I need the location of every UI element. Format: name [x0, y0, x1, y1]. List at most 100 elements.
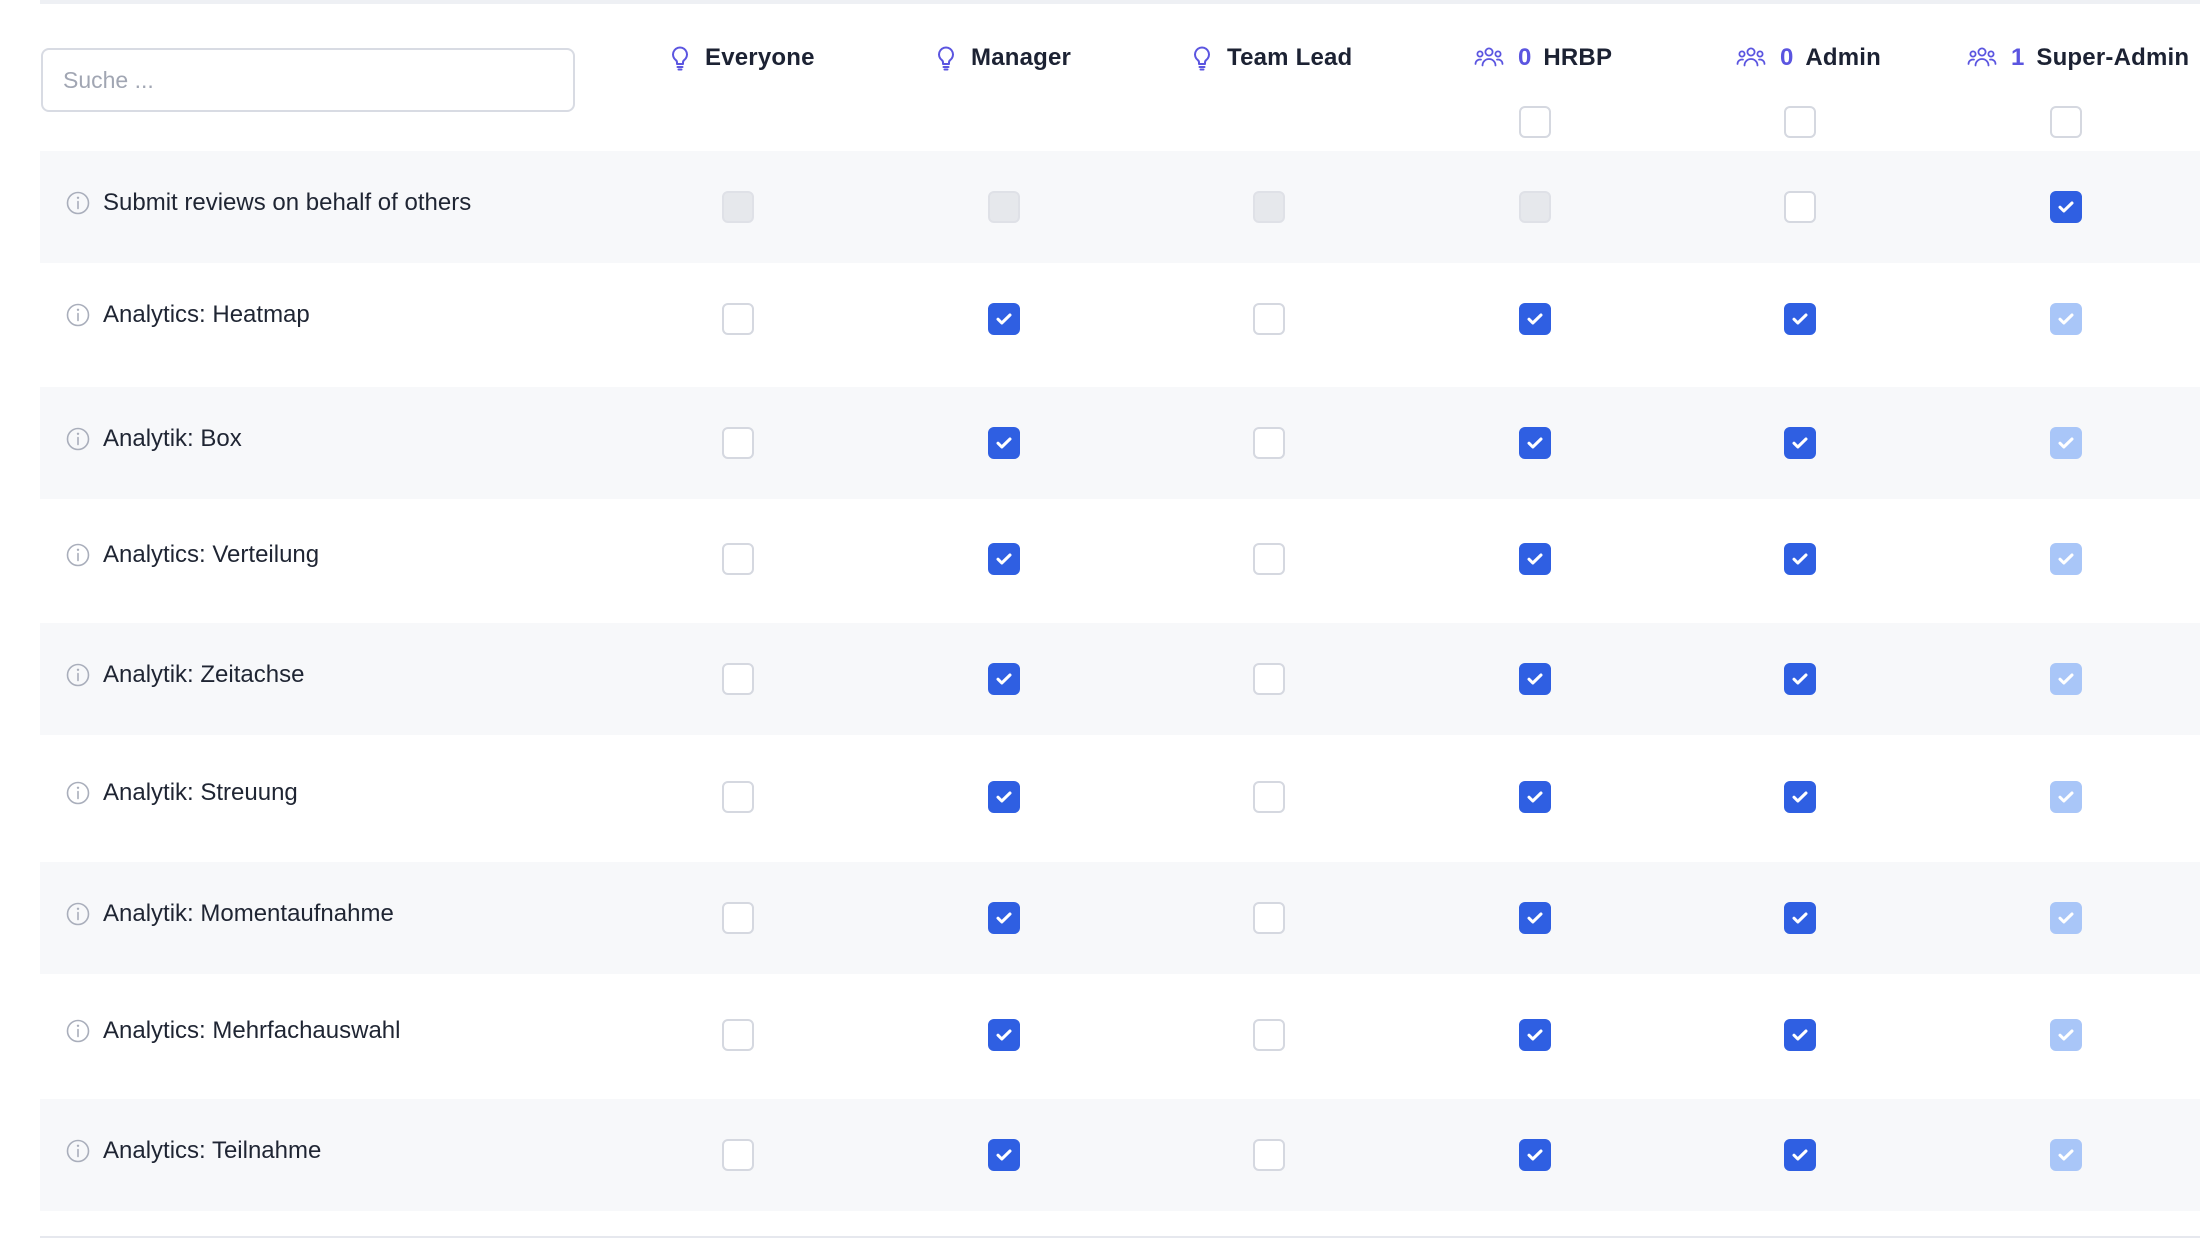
- permission-checkbox-admin[interactable]: [1784, 191, 1816, 223]
- info-icon[interactable]: [66, 663, 90, 687]
- permission-checkbox-everyone[interactable]: [722, 781, 754, 813]
- permission-checkbox-super-admin[interactable]: [2050, 303, 2082, 335]
- checkmark-icon: [2057, 312, 2075, 326]
- permission-checkbox-everyone[interactable]: [722, 902, 754, 934]
- permission-checkbox-admin[interactable]: [1784, 427, 1816, 459]
- checkmark-icon: [2057, 911, 2075, 925]
- checkmark-icon: [2057, 436, 2075, 450]
- permission-checkbox-admin[interactable]: [1784, 303, 1816, 335]
- permission-checkbox-hrbp[interactable]: [1519, 427, 1551, 459]
- table-row: Analytics: Mehrfachauswahl: [40, 979, 2200, 1091]
- permission-checkbox-everyone[interactable]: [722, 427, 754, 459]
- column-header-manager: Manager: [935, 38, 1071, 78]
- column-label: Team Lead: [1227, 44, 1353, 71]
- permission-checkbox-admin[interactable]: [1784, 1139, 1816, 1171]
- info-icon[interactable]: [66, 427, 90, 451]
- member-count: 0: [1780, 44, 1794, 71]
- permission-checkbox-manager[interactable]: [988, 902, 1020, 934]
- permission-checkbox-everyone[interactable]: [722, 543, 754, 575]
- column-label: Admin: [1805, 44, 1882, 71]
- checkmark-icon: [2057, 1028, 2075, 1042]
- permission-checkbox-manager[interactable]: [988, 781, 1020, 813]
- permission-checkbox-team-lead[interactable]: [1253, 1139, 1285, 1171]
- column-label: HRBP: [1543, 44, 1613, 71]
- checkmark-icon: [1526, 552, 1544, 566]
- permission-checkbox-everyone[interactable]: [722, 1019, 754, 1051]
- permission-checkbox-team-lead[interactable]: [1253, 781, 1285, 813]
- info-icon[interactable]: [66, 1019, 90, 1043]
- permission-checkbox-hrbp[interactable]: [1519, 1139, 1551, 1171]
- permission-checkbox-team-lead[interactable]: [1253, 663, 1285, 695]
- permission-checkbox-team-lead[interactable]: [1253, 902, 1285, 934]
- select-all-checkbox-hrbp[interactable]: [1519, 106, 1551, 138]
- checkmark-icon: [1526, 312, 1544, 326]
- permission-checkbox-manager[interactable]: [988, 1139, 1020, 1171]
- table-row: Analytik: Streuung: [40, 741, 2200, 853]
- info-icon[interactable]: [66, 543, 90, 567]
- permission-checkbox-hrbp[interactable]: [1519, 1019, 1551, 1051]
- permission-checkbox-admin[interactable]: [1784, 1019, 1816, 1051]
- permission-checkbox-hrbp[interactable]: [1519, 303, 1551, 335]
- checkmark-icon: [1526, 672, 1544, 686]
- permission-checkbox-hrbp[interactable]: [1519, 543, 1551, 575]
- bottom-divider: [40, 1236, 2200, 1238]
- permission-checkbox-everyone[interactable]: [722, 663, 754, 695]
- search-container: [41, 48, 575, 112]
- checkmark-icon: [1526, 911, 1544, 925]
- checkmark-icon: [995, 790, 1013, 804]
- checkmark-icon: [2057, 200, 2075, 214]
- info-icon[interactable]: [66, 1139, 90, 1163]
- permission-checkbox-admin[interactable]: [1784, 663, 1816, 695]
- permission-checkbox-super-admin[interactable]: [2050, 543, 2082, 575]
- users-group-icon: [1967, 45, 1997, 71]
- info-icon[interactable]: [66, 303, 90, 327]
- permission-checkbox-manager[interactable]: [988, 543, 1020, 575]
- search-input[interactable]: [41, 48, 575, 112]
- permission-checkbox-super-admin[interactable]: [2050, 781, 2082, 813]
- permission-checkbox-team-lead[interactable]: [1253, 543, 1285, 575]
- permission-checkbox-admin[interactable]: [1784, 543, 1816, 575]
- info-icon[interactable]: [66, 191, 90, 215]
- permission-checkbox-super-admin[interactable]: [2050, 191, 2082, 223]
- checkmark-icon: [1526, 790, 1544, 804]
- permission-checkbox-manager[interactable]: [988, 427, 1020, 459]
- lightbulb-icon: [935, 45, 957, 71]
- permission-checkbox-hrbp[interactable]: [1519, 663, 1551, 695]
- permission-checkbox-team-lead[interactable]: [1253, 427, 1285, 459]
- permission-checkbox-team-lead[interactable]: [1253, 303, 1285, 335]
- column-label: Everyone: [705, 44, 815, 71]
- select-all-checkbox-admin[interactable]: [1784, 106, 1816, 138]
- column-header-admin: 0 Admin: [1736, 38, 1881, 78]
- permission-checkbox-hrbp[interactable]: [1519, 781, 1551, 813]
- checkmark-icon: [2057, 672, 2075, 686]
- permission-checkbox-manager[interactable]: [988, 663, 1020, 695]
- checkmark-icon: [1791, 1148, 1809, 1162]
- info-icon[interactable]: [66, 781, 90, 805]
- permission-checkbox-super-admin[interactable]: [2050, 1139, 2082, 1171]
- permission-checkbox-super-admin[interactable]: [2050, 1019, 2082, 1051]
- permission-label: Analytik: Box: [103, 425, 242, 452]
- permission-checkbox-super-admin[interactable]: [2050, 427, 2082, 459]
- info-icon[interactable]: [66, 902, 90, 926]
- checkmark-icon: [2057, 790, 2075, 804]
- checkmark-icon: [2057, 1148, 2075, 1162]
- table-row: Analytics: Verteilung: [40, 503, 2200, 615]
- lightbulb-icon: [1191, 45, 1213, 71]
- permission-checkbox-manager[interactable]: [988, 1019, 1020, 1051]
- permission-checkbox-super-admin[interactable]: [2050, 902, 2082, 934]
- permission-checkbox-everyone[interactable]: [722, 1139, 754, 1171]
- permission-label: Analytics: Verteilung: [103, 541, 320, 568]
- permission-checkbox-hrbp[interactable]: [1519, 902, 1551, 934]
- checkmark-icon: [995, 672, 1013, 686]
- checkmark-icon: [995, 911, 1013, 925]
- permission-checkbox-manager[interactable]: [988, 303, 1020, 335]
- permission-checkbox-everyone: [722, 191, 754, 223]
- permission-label: Analytik: Zeitachse: [103, 661, 305, 688]
- permission-checkbox-admin[interactable]: [1784, 781, 1816, 813]
- permission-checkbox-super-admin[interactable]: [2050, 663, 2082, 695]
- permission-checkbox-everyone[interactable]: [722, 303, 754, 335]
- select-all-checkbox-super-admin[interactable]: [2050, 106, 2082, 138]
- checkmark-icon: [1791, 911, 1809, 925]
- permission-checkbox-team-lead[interactable]: [1253, 1019, 1285, 1051]
- permission-checkbox-admin[interactable]: [1784, 902, 1816, 934]
